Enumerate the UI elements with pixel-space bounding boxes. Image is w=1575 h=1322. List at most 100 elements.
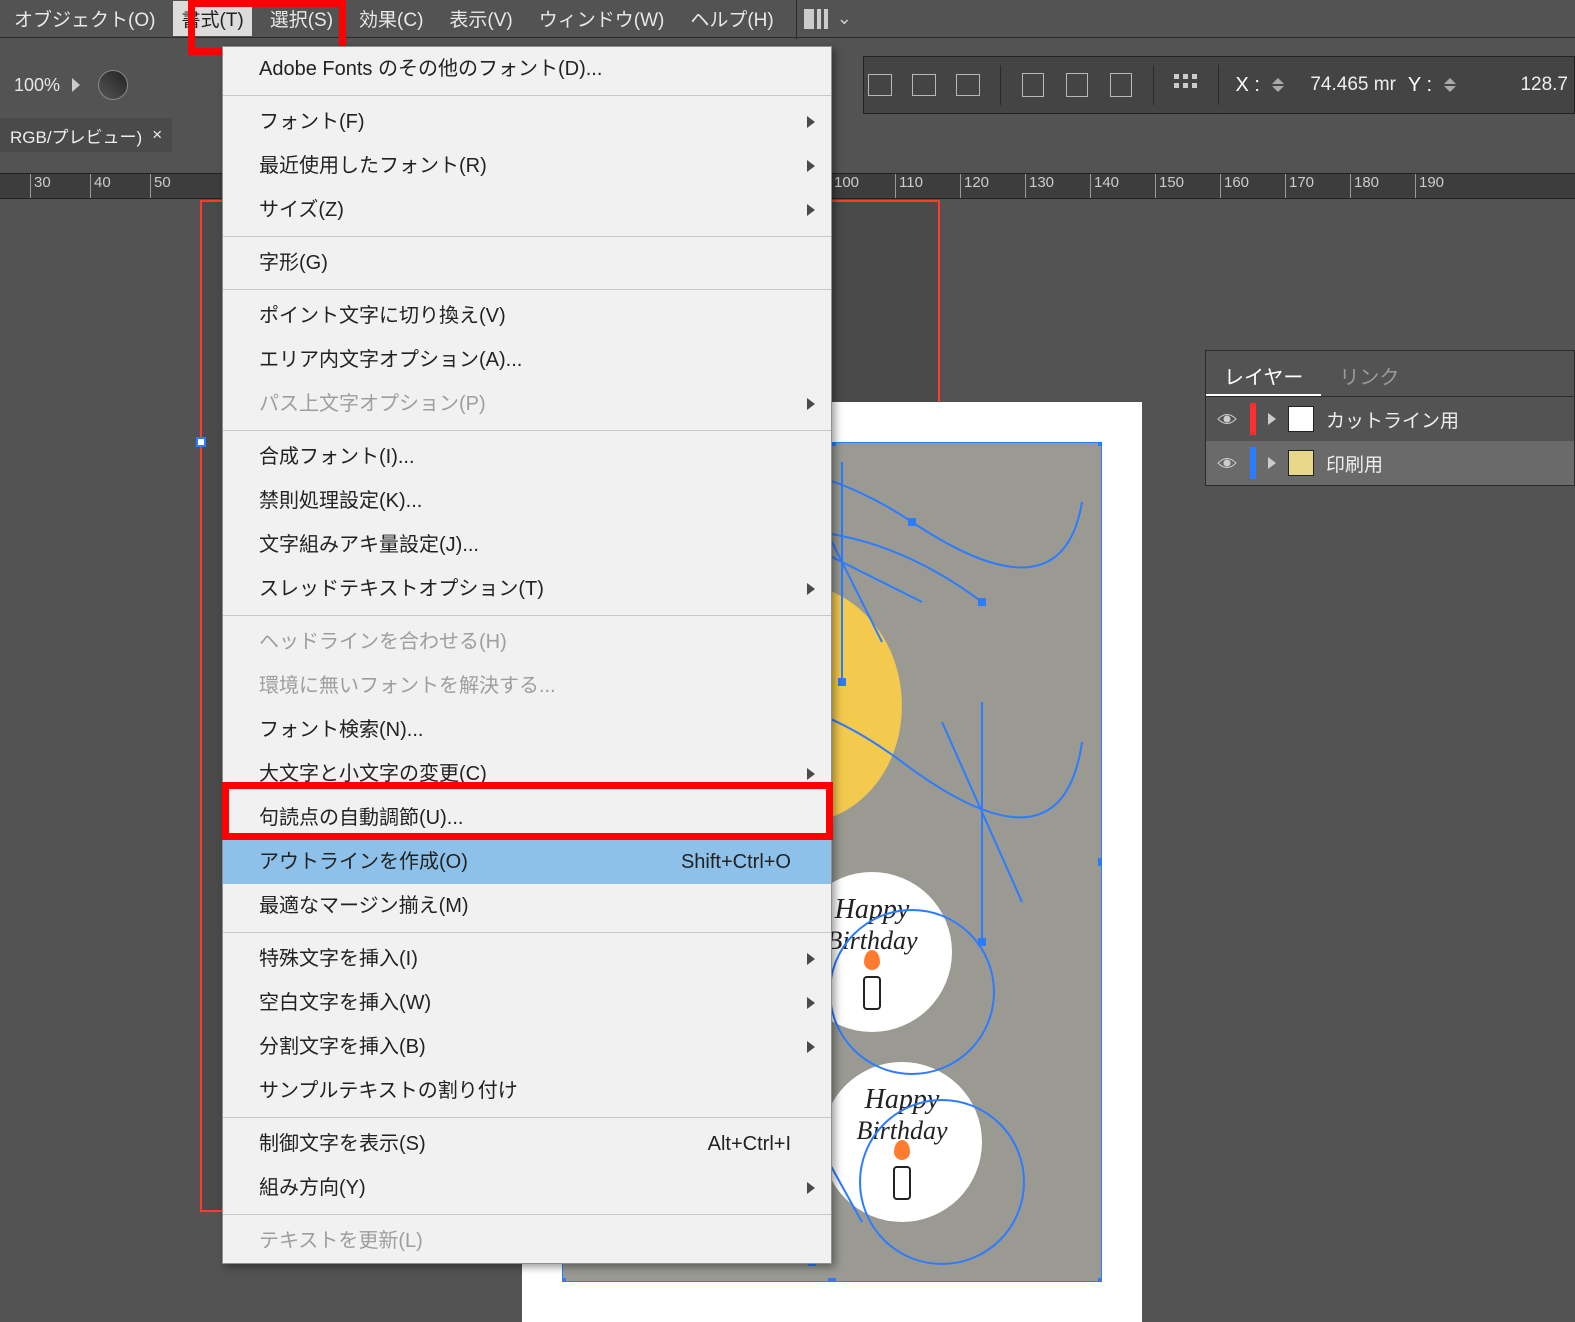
menu-select[interactable]: 選択(S)	[262, 1, 341, 36]
menu-item-label: 空白文字を挿入(W)	[259, 989, 431, 1017]
menu-item-label: 句読点の自動調節(U)...	[259, 804, 463, 832]
menu-item-label: パス上文字オプション(P)	[259, 390, 486, 418]
distribute-icon[interactable]	[1170, 69, 1202, 101]
menu-item[interactable]: サンプルテキストの割り付け	[223, 1069, 831, 1113]
menu-item[interactable]: ポイント文字に切り換え(V)	[223, 294, 831, 338]
color-swatch-icon[interactable]	[98, 70, 128, 100]
y-value[interactable]: 128.7	[1468, 74, 1568, 96]
align-left-icon[interactable]	[864, 69, 896, 101]
menu-item[interactable]: サイズ(Z)	[223, 188, 831, 232]
selection-handle[interactable]	[196, 437, 206, 447]
menu-item-label: アウトラインを作成(O)	[259, 848, 468, 876]
menu-item[interactable]: 文字組みアキ量設定(J)...	[223, 523, 831, 567]
menu-item-shortcut: Alt+Ctrl+I	[708, 1130, 791, 1158]
layer-thumbnail	[1288, 450, 1314, 476]
ruler-tick: 160	[1220, 174, 1249, 198]
ruler-tick: 40	[90, 174, 111, 198]
y-stepper[interactable]	[1444, 78, 1456, 92]
valign-middle-icon[interactable]	[1061, 69, 1093, 101]
chevron-right-icon[interactable]	[1268, 413, 1276, 425]
layer-name: 印刷用	[1326, 450, 1383, 477]
ruler-tick: 100	[830, 174, 859, 198]
menu-item: ヘッドラインを合わせる(H)	[223, 620, 831, 664]
layers-panel: レイヤー リンク カットライン用印刷用	[1205, 350, 1575, 486]
layer-thumbnail	[1288, 406, 1314, 432]
menu-item[interactable]: 空白文字を挿入(W)	[223, 981, 831, 1025]
menu-item-label: 制御文字を表示(S)	[259, 1130, 426, 1158]
menu-item-label: 合成フォント(I)...	[259, 443, 415, 471]
menu-item-label: テキストを更新(L)	[259, 1227, 423, 1255]
menu-window[interactable]: ウィンドウ(W)	[531, 1, 673, 36]
type-menu-dropdown: Adobe Fonts のその他のフォント(D)... フォント(F) 最近使用した…	[222, 46, 832, 1264]
menu-object[interactable]: オブジェクト(O)	[6, 1, 163, 36]
control-bar-right: X : 74.465 mr Y : 128.7	[863, 56, 1575, 114]
chevron-right-icon[interactable]	[1268, 457, 1276, 469]
x-label: X :	[1235, 74, 1259, 97]
visibility-icon[interactable]	[1216, 452, 1238, 474]
y-label: Y :	[1408, 74, 1432, 97]
ruler-tick: 110	[895, 174, 923, 198]
layer-row[interactable]: カットライン用	[1206, 397, 1574, 441]
layer-color-icon	[1250, 447, 1256, 479]
menu-item[interactable]: フォント検索(N)...	[223, 708, 831, 752]
menu-separator	[223, 932, 831, 933]
menu-type[interactable]: 書式(T)	[173, 1, 251, 36]
menu-item-label: サイズ(Z)	[259, 196, 344, 224]
align-center-icon[interactable]	[908, 69, 940, 101]
menu-separator	[223, 430, 831, 431]
ruler-tick: 180	[1350, 174, 1379, 198]
menu-item[interactable]: 特殊文字を挿入(I)	[223, 937, 831, 981]
menu-item[interactable]: フォント(F)	[223, 100, 831, 144]
menu-separator	[223, 1117, 831, 1118]
menu-item-label: 最近使用したフォント(R)	[259, 152, 487, 180]
menu-item[interactable]: 大文字と小文字の変更(C)	[223, 752, 831, 796]
zoom-value[interactable]: 100%	[14, 75, 60, 96]
menu-item-label: 最適なマージン揃え(M)	[259, 892, 469, 920]
menu-item-label: ポイント文字に切り換え(V)	[259, 302, 506, 330]
menu-effect[interactable]: 効果(C)	[351, 1, 431, 36]
close-icon[interactable]: ×	[152, 125, 162, 145]
menu-item[interactable]: 最近使用したフォント(R)	[223, 144, 831, 188]
menu-item[interactable]: エリア内文字オプション(A)...	[223, 338, 831, 382]
ruler-tick: 130	[1025, 174, 1054, 198]
ruler-tick: 150	[1155, 174, 1184, 198]
ruler-tick: 140	[1090, 174, 1119, 198]
menu-item[interactable]: 最適なマージン揃え(M)	[223, 884, 831, 928]
menu-view[interactable]: 表示(V)	[441, 1, 520, 36]
x-value[interactable]: 74.465 mr	[1296, 74, 1396, 96]
menu-item[interactable]: Adobe Fonts のその他のフォント(D)...	[223, 47, 831, 91]
tab-links[interactable]: リンク	[1321, 351, 1417, 396]
menu-item[interactable]: 句読点の自動調節(U)...	[223, 796, 831, 840]
menu-separator	[223, 236, 831, 237]
menu-item-label: 特殊文字を挿入(I)	[259, 945, 418, 973]
menu-item[interactable]: 組み方向(Y)	[223, 1166, 831, 1210]
align-right-icon[interactable]	[952, 69, 984, 101]
menu-help[interactable]: ヘルプ(H)	[682, 1, 781, 36]
menu-item[interactable]: スレッドテキストオプション(T)	[223, 567, 831, 611]
menu-item-label: 字形(G)	[259, 249, 328, 277]
menu-item-label: フォント検索(N)...	[259, 716, 423, 744]
document-tab-label: RGB/プレビュー)	[10, 123, 142, 148]
layer-row[interactable]: 印刷用	[1206, 441, 1574, 485]
menu-item[interactable]: 禁則処理設定(K)...	[223, 479, 831, 523]
menu-item-label: 分割文字を挿入(B)	[259, 1033, 426, 1061]
document-tab[interactable]: RGB/プレビュー) ×	[0, 118, 172, 152]
menu-item-label: スレッドテキストオプション(T)	[259, 575, 544, 603]
tab-layers[interactable]: レイヤー	[1206, 351, 1321, 396]
menu-item-label: 大文字と小文字の変更(C)	[259, 760, 487, 788]
menu-item[interactable]: 字形(G)	[223, 241, 831, 285]
menu-item-label: Adobe Fonts のその他のフォント(D)...	[259, 55, 602, 83]
x-stepper[interactable]	[1272, 78, 1284, 92]
menu-item[interactable]: アウトラインを作成(O)Shift+Ctrl+O	[223, 840, 831, 884]
zoom-stepper-icon[interactable]	[72, 78, 80, 92]
menu-item[interactable]: 分割文字を挿入(B)	[223, 1025, 831, 1069]
menu-item-label: 禁則処理設定(K)...	[259, 487, 422, 515]
valign-top-icon[interactable]	[1017, 69, 1049, 101]
workspace-switcher-icon[interactable]	[801, 3, 833, 35]
menu-separator	[223, 1214, 831, 1215]
valign-bottom-icon[interactable]	[1105, 69, 1137, 101]
visibility-icon[interactable]	[1216, 408, 1238, 430]
menu-item[interactable]: 制御文字を表示(S) Alt+Ctrl+I	[223, 1122, 831, 1166]
menu-separator	[223, 615, 831, 616]
menu-item[interactable]: 合成フォント(I)...	[223, 435, 831, 479]
